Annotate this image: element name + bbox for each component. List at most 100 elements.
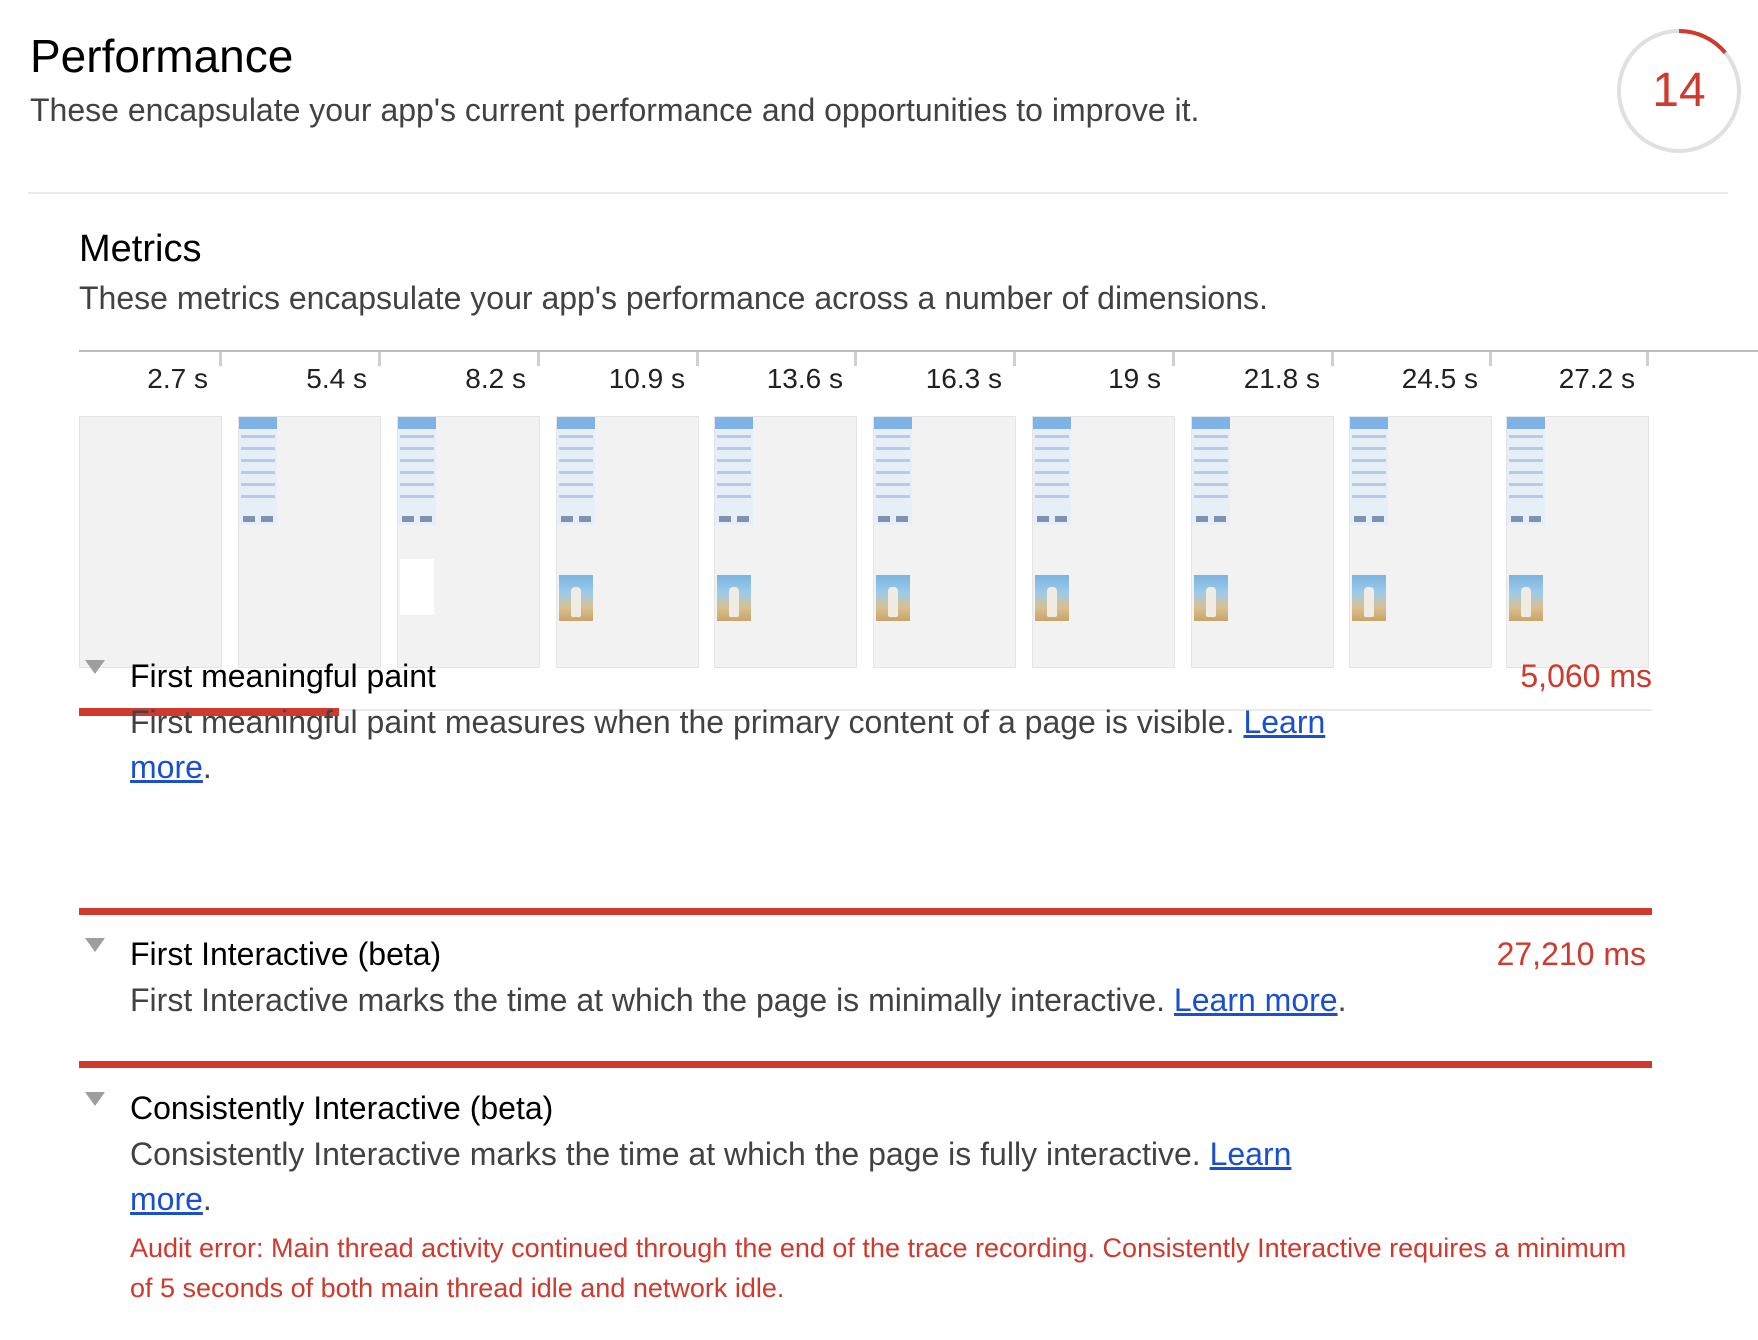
thumbnail-page-render — [1192, 417, 1230, 525]
audit-first-interactive[interactable]: First Interactive (beta) 27,210 ms First… — [79, 934, 1652, 1018]
timeline-tick — [219, 352, 222, 366]
frame-timestamp: 2.7 s — [147, 363, 208, 394]
frame-timestamp: 21.8 s — [1243, 363, 1320, 394]
thumbnail-hero-image — [717, 575, 751, 621]
thumbnail-line — [1035, 447, 1069, 450]
audit-error-message: Audit error: Main thread activity contin… — [130, 1233, 1627, 1303]
learn-more-link-part2[interactable]: more — [130, 749, 203, 785]
thumbnail-line — [876, 435, 910, 438]
audit-description-text: First meaningful paint measures when the… — [130, 704, 1235, 740]
metrics-title: Metrics — [79, 228, 202, 270]
thumbnail-hero-image — [876, 575, 910, 621]
thumbnail-header — [1192, 417, 1230, 429]
audit-value: 27,210 ms — [1496, 936, 1646, 972]
metrics-description: These metrics encapsulate your app's per… — [79, 280, 1268, 316]
thumbnail-button — [1529, 516, 1541, 522]
thumbnail-button — [1372, 516, 1384, 522]
thumbnail-line — [400, 495, 434, 498]
expand-triangle-icon[interactable] — [85, 938, 105, 952]
thumbnail-line — [241, 495, 275, 498]
thumbnail-page-render — [715, 417, 753, 525]
thumbnail-line — [1352, 483, 1386, 486]
thumbnail-line — [241, 471, 275, 474]
thumbnail-figure — [571, 587, 581, 617]
expand-triangle-icon[interactable] — [85, 660, 105, 674]
thumbnail-header — [874, 417, 912, 429]
thumbnail-header — [557, 417, 595, 429]
thumbnail-page-render — [398, 417, 436, 525]
thumbnail-line — [876, 447, 910, 450]
audit-description-text: Consistently Interactive marks the time … — [130, 1136, 1201, 1172]
timeline-tick — [1013, 352, 1016, 366]
frame-timestamp: 24.5 s — [1401, 363, 1478, 394]
frame-timestamp: 16.3 s — [925, 363, 1002, 394]
performance-score: 14 — [1652, 64, 1706, 117]
thumbnail-button — [737, 516, 749, 522]
filmstrip-frame: 19 s — [1032, 348, 1175, 670]
audit-divider — [79, 1061, 1652, 1068]
thumbnail-line — [717, 495, 751, 498]
thumbnail-line — [400, 471, 434, 474]
thumbnail-button — [896, 516, 908, 522]
learn-more-link-part1[interactable]: Learn — [1210, 1136, 1292, 1172]
frame-timestamp: 19 s — [1108, 363, 1161, 394]
thumbnail-line — [559, 435, 593, 438]
thumbnail-figure — [1206, 587, 1216, 617]
thumbnail-page-render — [239, 417, 277, 525]
thumbnail-line — [1352, 447, 1386, 450]
thumbnail-button — [561, 516, 573, 522]
timeline-tick — [696, 352, 699, 366]
filmstrip-frame: 21.8 s — [1191, 348, 1334, 670]
thumbnail-line — [1035, 471, 1069, 474]
thumbnail-line — [1352, 435, 1386, 438]
expand-triangle-icon[interactable] — [85, 1092, 105, 1106]
thumbnail-button — [243, 516, 255, 522]
thumbnail-line — [1509, 435, 1543, 438]
thumbnail-page-render — [874, 417, 912, 525]
thumbnail-button — [420, 516, 432, 522]
timeline-tick — [378, 352, 381, 366]
thumbnail-figure — [1047, 587, 1057, 617]
thumbnail-page-render — [1350, 417, 1388, 525]
trailing-period: . — [202, 1181, 212, 1217]
thumbnail-figure — [1521, 587, 1531, 617]
frame-thumbnail — [79, 416, 222, 668]
thumbnail-page-render — [557, 417, 595, 525]
thumbnail-line — [400, 435, 434, 438]
frame-thumbnail — [714, 416, 857, 668]
thumbnail-line — [559, 459, 593, 462]
learn-more-link-part2[interactable]: more — [130, 1181, 203, 1217]
frame-thumbnail — [1032, 416, 1175, 668]
thumbnail-button — [878, 516, 890, 522]
page-description: These encapsulate your app's current per… — [30, 92, 1200, 128]
filmstrip-frame: 13.6 s — [714, 348, 857, 670]
thumbnail-hero-image — [1509, 575, 1543, 621]
audit-description: First Interactive marks the time at whic… — [130, 978, 1630, 1023]
learn-more-link-part1[interactable]: Learn — [1243, 704, 1325, 740]
thumbnail-figure — [888, 587, 898, 617]
thumbnail-header — [1033, 417, 1071, 429]
thumbnail-page-render — [1033, 417, 1071, 525]
thumbnail-button — [1055, 516, 1067, 522]
thumbnail-header — [715, 417, 753, 429]
thumbnail-button — [1214, 516, 1226, 522]
frame-thumbnail — [873, 416, 1016, 668]
thumbnail-line — [400, 459, 434, 462]
thumbnail-line — [876, 471, 910, 474]
performance-score-gauge: 14 — [1615, 27, 1743, 155]
audit-consistently-interactive[interactable]: Consistently Interactive (beta) Consiste… — [79, 1088, 1652, 1308]
thumbnail-figure — [1364, 587, 1374, 617]
thumbnail-header — [398, 417, 436, 429]
timeline-tick — [1646, 352, 1649, 366]
thumbnail-line — [1035, 483, 1069, 486]
learn-more-link[interactable]: Learn more — [1174, 982, 1338, 1018]
thumbnail-figure — [729, 587, 739, 617]
frame-timestamp: 8.2 s — [465, 363, 526, 394]
audit-description: Consistently Interactive marks the time … — [130, 1132, 1460, 1222]
thumbnail-button — [719, 516, 731, 522]
audit-first-meaningful-paint[interactable]: First meaningful paint 5,060 ms First me… — [79, 656, 1652, 785]
timeline-tick — [1172, 352, 1175, 366]
header-divider — [28, 192, 1728, 194]
screenshot-filmstrip: 2.7 s 5.4 s 8.2 s 10.9 s 13.6 s 16.3 s 19 s 21.… — [79, 348, 1758, 670]
thumbnail-line — [1352, 495, 1386, 498]
